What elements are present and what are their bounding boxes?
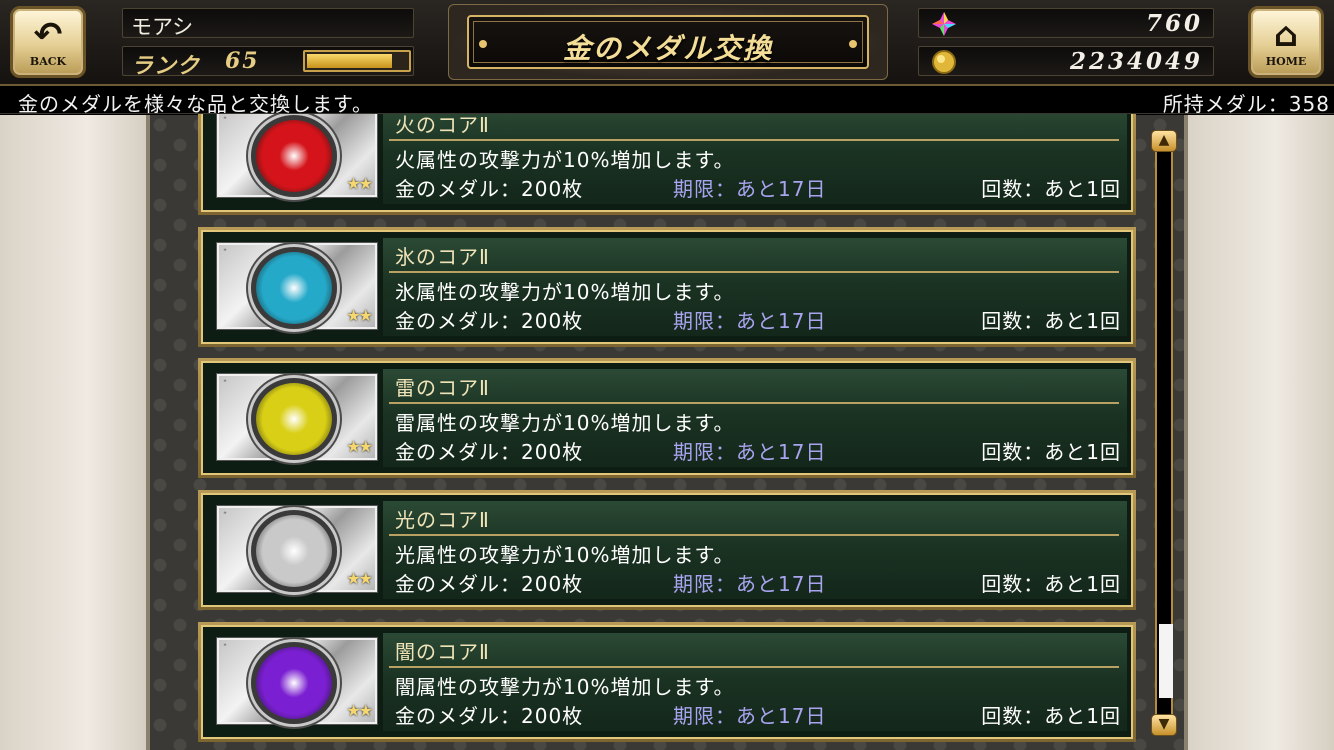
item-name-divider bbox=[389, 666, 1119, 668]
item-detail-panel: 闇のコアⅡ 闇属性の攻撃力が10%増加します。 金のメダル：200枚 期限：あと17日… bbox=[383, 633, 1127, 731]
item-name-divider bbox=[389, 402, 1119, 404]
ice-core-icon bbox=[251, 247, 337, 329]
item-deadline: 期限：あと17日 bbox=[673, 440, 827, 464]
exp-gauge bbox=[303, 50, 411, 72]
thumbnail-corner-mark: ᐩ bbox=[223, 247, 227, 258]
scroll-track[interactable] bbox=[1155, 146, 1173, 720]
item-name: 光のコアⅡ bbox=[395, 508, 490, 532]
exchange-item-card[interactable]: ᐩ ★★ 氷のコアⅡ 氷属性の攻撃力が10%増加します。 金のメダル：200枚 期限：あと… bbox=[198, 227, 1136, 347]
item-description: 氷属性の攻撃力が10%増加します。 bbox=[395, 280, 735, 304]
thumbnail-corner-mark: ᐩ bbox=[223, 510, 227, 521]
scroll-thumb[interactable] bbox=[1159, 624, 1173, 698]
player-rank-bar: ランク 65 bbox=[122, 46, 414, 79]
title-plate: 金のメダル交換 bbox=[448, 4, 888, 80]
item-description: 闇属性の攻撃力が10%増加します。 bbox=[395, 675, 735, 699]
item-cost: 金のメダル：200枚 bbox=[395, 440, 584, 464]
player-name: モアシ bbox=[131, 15, 194, 39]
screen-description: 金のメダルを様々な品と交換します。 bbox=[18, 92, 373, 116]
back-button-label: BACK bbox=[29, 55, 67, 68]
scroll-up-arrow[interactable]: ▲ bbox=[1151, 130, 1177, 152]
item-remaining-count: 回数：あと1回 bbox=[981, 440, 1121, 464]
right-decor-panel bbox=[1184, 115, 1334, 750]
home-icon: ⌂ bbox=[1273, 15, 1299, 55]
gil-value: 2234049 bbox=[1069, 48, 1203, 75]
back-arrow-icon: ↶ bbox=[33, 15, 63, 55]
item-cost: 金のメダル：200枚 bbox=[395, 572, 584, 596]
item-deadline: 期限：あと17日 bbox=[673, 704, 827, 728]
exchange-item-card[interactable]: ᐩ ★★ 闇のコアⅡ 闇属性の攻撃力が10%増加します。 金のメダル：200枚 期限：あと… bbox=[198, 622, 1136, 742]
item-name: 闇のコアⅡ bbox=[395, 640, 490, 664]
item-thumbnail: ᐩ ★★ bbox=[217, 506, 377, 592]
item-remaining-count: 回数：あと1回 bbox=[981, 704, 1121, 728]
rarity-stars: ★★ bbox=[346, 569, 373, 588]
item-thumbnail: ᐩ ★★ bbox=[217, 638, 377, 724]
exp-gauge-fill bbox=[307, 54, 393, 68]
item-card-frame: ᐩ ★★ 雷のコアⅡ 雷属性の攻撃力が10%増加します。 金のメダル：200枚 期限：あと… bbox=[201, 361, 1133, 475]
item-remaining-count: 回数：あと1回 bbox=[981, 177, 1121, 201]
light-core-icon bbox=[251, 510, 337, 592]
back-button[interactable]: ↶ BACK bbox=[10, 6, 86, 78]
item-deadline: 期限：あと17日 bbox=[673, 177, 827, 201]
gil-balance-bar: 2234049 bbox=[918, 46, 1214, 76]
item-name-divider bbox=[389, 139, 1119, 141]
arrow-up-icon: ▲ bbox=[1158, 132, 1170, 148]
rarity-stars: ★★ bbox=[346, 437, 373, 456]
item-description: 光属性の攻撃力が10%増加します。 bbox=[395, 543, 735, 567]
item-remaining-count: 回数：あと1回 bbox=[981, 572, 1121, 596]
item-detail-panel: 雷のコアⅡ 雷属性の攻撃力が10%増加します。 金のメダル：200枚 期限：あと17日… bbox=[383, 369, 1127, 467]
item-detail-panel: 氷のコアⅡ 氷属性の攻撃力が10%増加します。 金のメダル：200枚 期限：あと17日… bbox=[383, 238, 1127, 336]
crystal-balance-bar: 760 bbox=[918, 8, 1214, 38]
item-name-divider bbox=[389, 271, 1119, 273]
fire-core-icon bbox=[251, 115, 337, 197]
gold-coin-icon bbox=[932, 50, 956, 74]
scroll-down-arrow[interactable]: ▼ bbox=[1151, 714, 1177, 736]
rarity-stars: ★★ bbox=[346, 174, 373, 193]
item-deadline: 期限：あと17日 bbox=[673, 309, 827, 333]
list-scrollbar[interactable]: ▲ ▼ bbox=[1151, 130, 1177, 736]
arrow-down-icon: ▼ bbox=[1158, 716, 1170, 732]
crystal-value: 760 bbox=[1145, 10, 1203, 37]
home-button[interactable]: ⌂ HOME bbox=[1248, 6, 1324, 78]
item-thumbnail: ᐩ ★★ bbox=[217, 374, 377, 460]
title-frame: 金のメダル交換 bbox=[467, 15, 869, 69]
item-cost: 金のメダル：200枚 bbox=[395, 704, 584, 728]
thumbnail-corner-mark: ᐩ bbox=[223, 378, 227, 389]
rank-value: 65 bbox=[225, 48, 260, 74]
owned-medal-count: 所持メダル：358 bbox=[1162, 92, 1330, 116]
left-decor-panel bbox=[0, 115, 150, 750]
rainbow-crystal-icon bbox=[932, 12, 956, 36]
home-button-label: HOME bbox=[1265, 55, 1307, 68]
item-deadline: 期限：あと17日 bbox=[673, 572, 827, 596]
item-thumbnail: ᐩ ★★ bbox=[217, 243, 377, 329]
item-description: 火属性の攻撃力が10%増加します。 bbox=[395, 148, 735, 172]
item-detail-panel: 火のコアⅡ 火属性の攻撃力が10%増加します。 金のメダル：200枚 期限：あと17日… bbox=[383, 106, 1127, 204]
item-card-frame: ᐩ ★★ 光のコアⅡ 光属性の攻撃力が10%増加します。 金のメダル：200枚 期限：あと… bbox=[201, 493, 1133, 607]
item-cost: 金のメダル：200枚 bbox=[395, 309, 584, 333]
item-name: 氷のコアⅡ bbox=[395, 245, 490, 269]
item-name: 雷のコアⅡ bbox=[395, 376, 490, 400]
exchange-item-card[interactable]: ᐩ ★★ 火のコアⅡ 火属性の攻撃力が10%増加します。 金のメダル：200枚 期限：あと… bbox=[198, 100, 1136, 215]
exchange-item-card[interactable]: ᐩ ★★ 光のコアⅡ 光属性の攻撃力が10%増加します。 金のメダル：200枚 期限：あと… bbox=[198, 490, 1136, 610]
thunder-core-icon bbox=[251, 378, 337, 460]
item-remaining-count: 回数：あと1回 bbox=[981, 309, 1121, 333]
dark-core-icon bbox=[251, 642, 337, 724]
rarity-stars: ★★ bbox=[346, 306, 373, 325]
top-header: ↶ BACK モアシ ランク 65 金のメダル交換 760 2234049 ⌂ … bbox=[0, 0, 1334, 86]
item-description: 雷属性の攻撃力が10%増加します。 bbox=[395, 411, 735, 435]
item-name-divider bbox=[389, 534, 1119, 536]
player-name-bar: モアシ bbox=[122, 8, 414, 39]
exchange-item-card[interactable]: ᐩ ★★ 雷のコアⅡ 雷属性の攻撃力が10%増加します。 金のメダル：200枚 期限：あと… bbox=[198, 358, 1136, 478]
rarity-stars: ★★ bbox=[346, 701, 373, 720]
item-detail-panel: 光のコアⅡ 光属性の攻撃力が10%増加します。 金のメダル：200枚 期限：あと17日… bbox=[383, 501, 1127, 599]
info-strip: 金のメダルを様々な品と交換します。 所持メダル：358 bbox=[0, 86, 1334, 116]
rank-label: ランク bbox=[131, 53, 201, 79]
item-cost: 金のメダル：200枚 bbox=[395, 177, 584, 201]
exchange-item-list[interactable]: ᐩ ★★ 火のコアⅡ 火属性の攻撃力が10%増加します。 金のメダル：200枚 期限：あと… bbox=[198, 100, 1136, 750]
item-card-frame: ᐩ ★★ 闇のコアⅡ 闇属性の攻撃力が10%増加します。 金のメダル：200枚 期限：あと… bbox=[201, 625, 1133, 739]
thumbnail-corner-mark: ᐩ bbox=[223, 642, 227, 653]
page-title: 金のメダル交換 bbox=[562, 32, 773, 65]
item-thumbnail: ᐩ ★★ bbox=[217, 111, 377, 197]
item-card-frame: ᐩ ★★ 氷のコアⅡ 氷属性の攻撃力が10%増加します。 金のメダル：200枚 期限：あと… bbox=[201, 230, 1133, 344]
